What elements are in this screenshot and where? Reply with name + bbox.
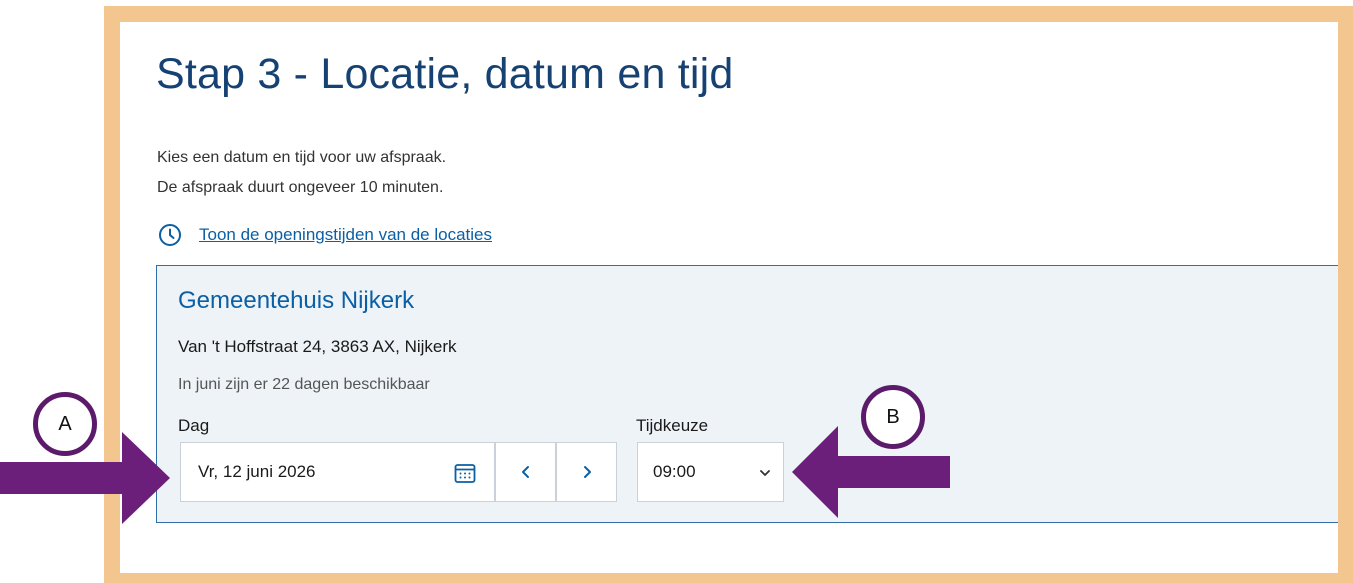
next-day-button[interactable]	[556, 442, 617, 502]
chevron-left-icon	[521, 466, 529, 478]
time-field-label: Tijdkeuze	[636, 416, 709, 435]
chevron-right-icon	[583, 466, 591, 478]
intro-text: Kies een datum en tijd voor uw afspraak.	[157, 149, 447, 166]
duration-text: De afspraak duurt ongeveer 10 minuten.	[157, 179, 444, 196]
opening-hours-link[interactable]: Toon de openingstijden van de locaties	[199, 225, 492, 245]
time-select[interactable]: 09:00	[637, 442, 784, 502]
date-field-label: Dag	[178, 416, 210, 435]
location-name: Gemeentehuis Nijkerk	[178, 287, 415, 314]
annotation-marker-a: A	[33, 392, 97, 456]
availability-text: In juni zijn er 22 dagen beschikbaar	[178, 376, 430, 393]
time-value: 09:00	[653, 462, 696, 481]
clock-icon	[159, 224, 181, 246]
location-address: Van 't Hoffstraat 24, 3863 AX, Nijkerk	[178, 337, 457, 356]
opening-hours-row: Toon de openingstijden van de locaties	[158, 223, 492, 247]
date-picker-input[interactable]: Vr, 12 juni 2026	[180, 442, 495, 502]
calendar-icon[interactable]	[453, 461, 477, 485]
location-card: Gemeentehuis Nijkerk Van 't Hoffstraat 2…	[156, 265, 1338, 523]
annotation-marker-b: B	[861, 385, 925, 449]
previous-day-button[interactable]	[495, 442, 556, 502]
page-title: Stap 3 - Locatie, datum en tijd	[156, 50, 734, 98]
chevron-down-icon	[760, 470, 770, 476]
appointment-step-panel: Stap 3 - Locatie, datum en tijd Kies een…	[120, 22, 1338, 573]
date-value: Vr, 12 juni 2026	[198, 462, 316, 481]
